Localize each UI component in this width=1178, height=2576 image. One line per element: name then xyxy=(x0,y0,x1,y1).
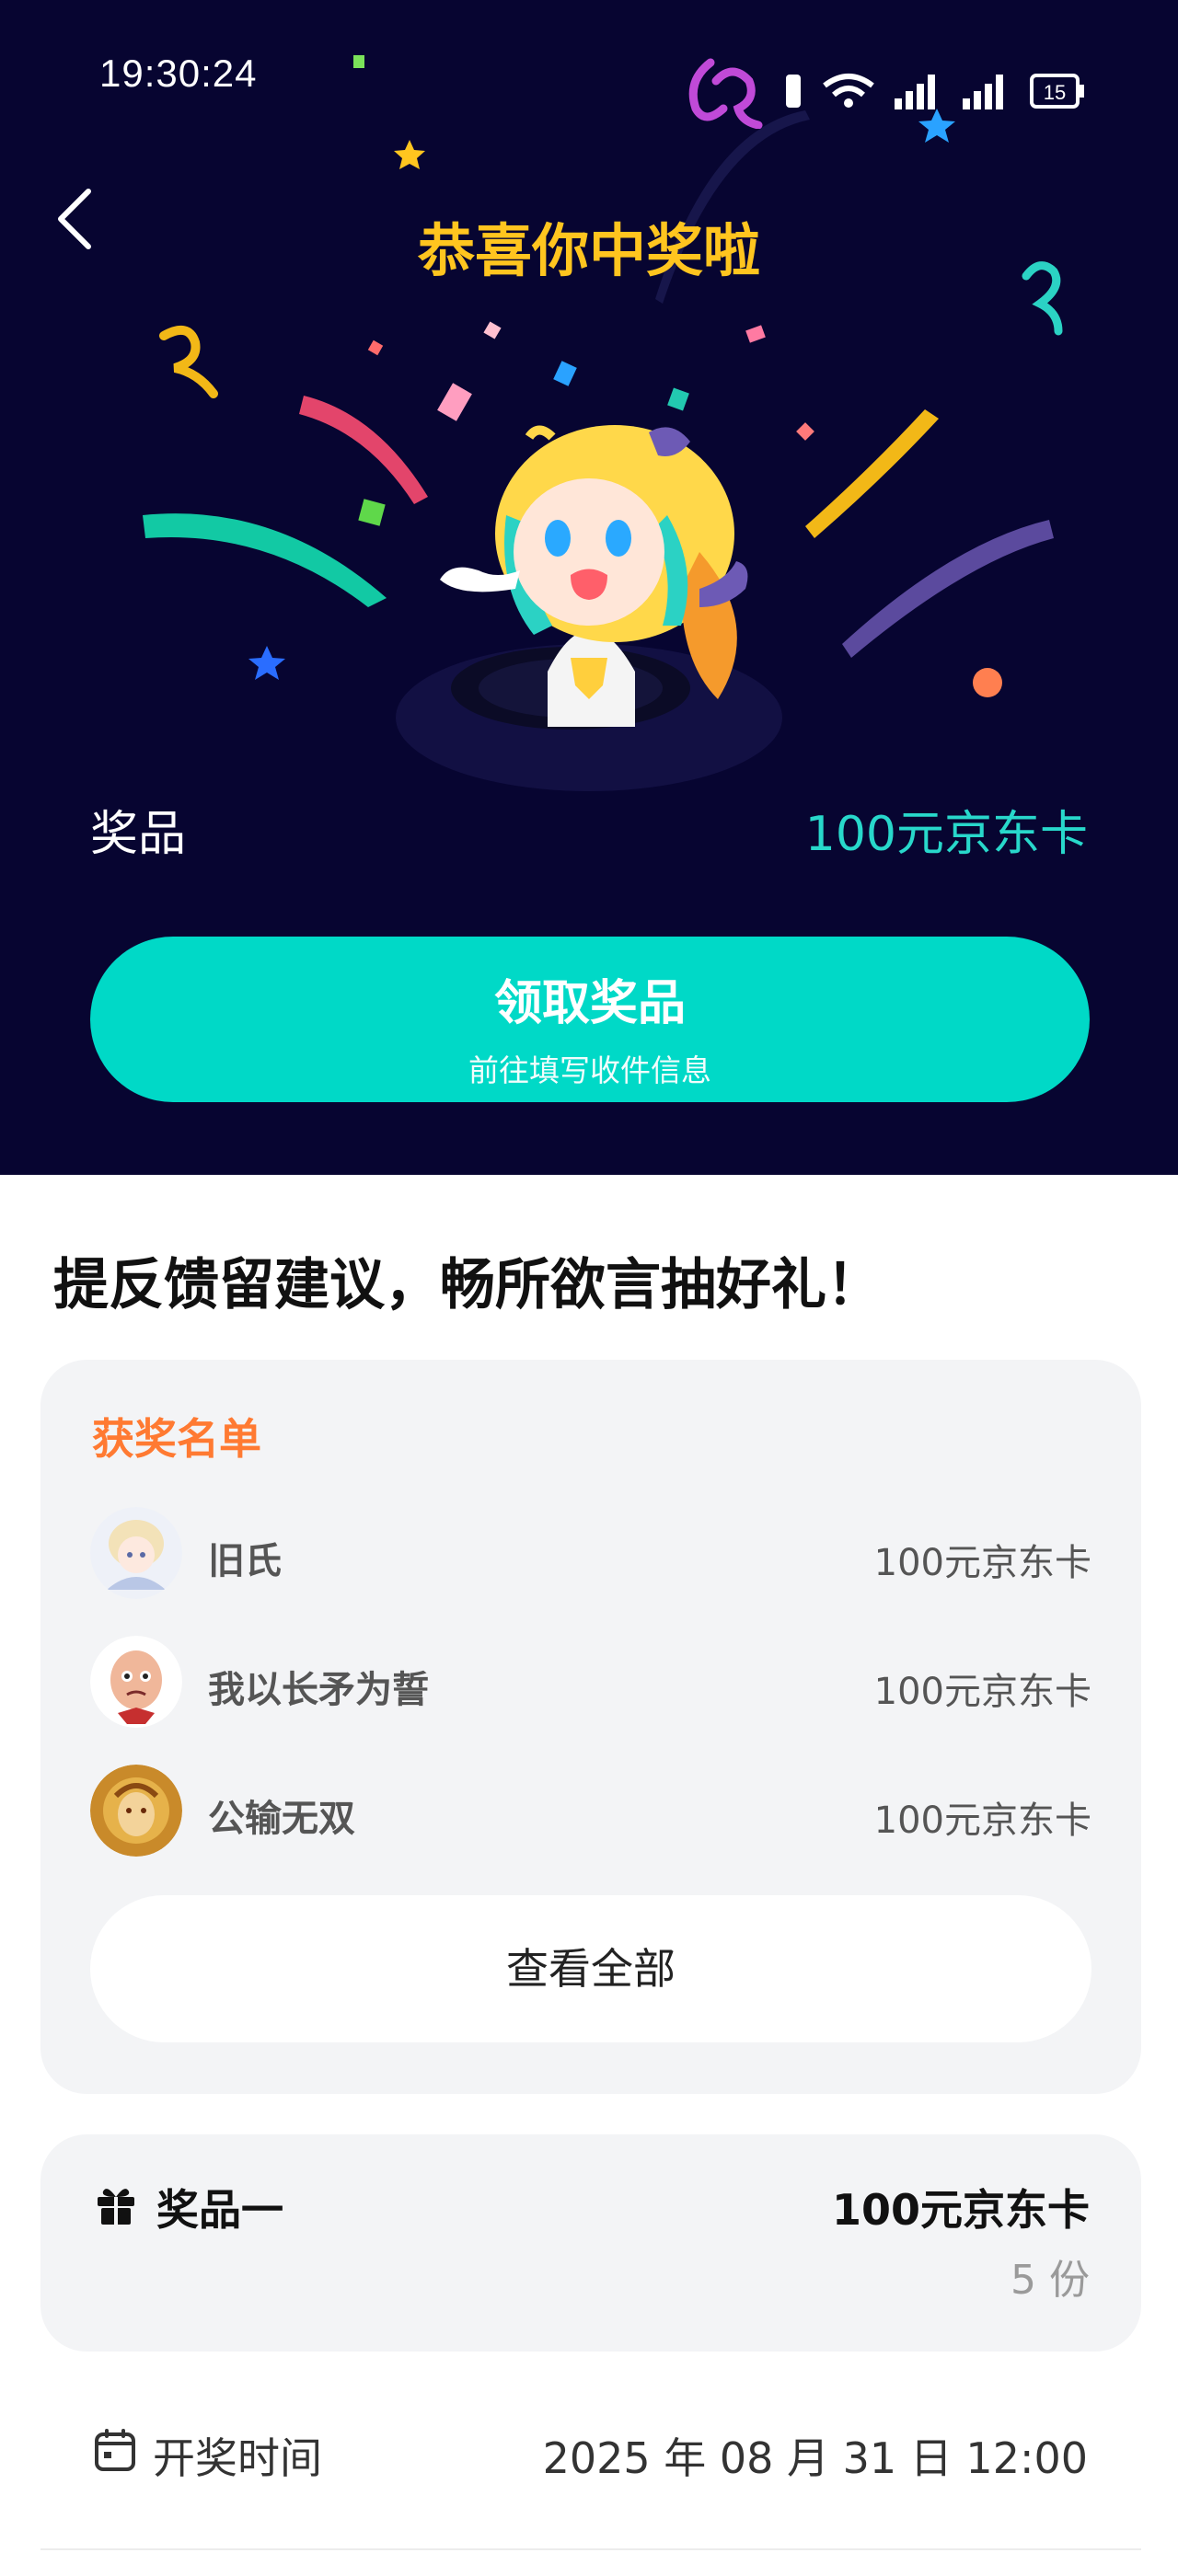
claim-prize-sublabel: 前往填写收件信息 xyxy=(468,1052,711,1088)
draw-time-value: 2025 年 08 月 31 日 12:00 xyxy=(542,2433,1088,2483)
claim-prize-label: 领取奖品 xyxy=(493,976,686,1031)
winner-prize: 100元京东卡 xyxy=(873,1542,1091,1584)
battery-icon: 15 xyxy=(1030,74,1084,109)
calendar-icon xyxy=(95,2429,135,2471)
prize-quantity: 5 份 xyxy=(1011,2257,1090,2304)
avatar xyxy=(90,1765,182,1857)
winner-name: 我以长矛为誓 xyxy=(208,1669,429,1711)
view-all-button[interactable]: 查看全部 xyxy=(90,1895,1091,2042)
status-icons: 15 xyxy=(677,53,1086,129)
list-item: 我以长矛为誓 100元京东卡 xyxy=(90,1636,1091,1728)
prize-card-value: 100元京东卡 xyxy=(831,2185,1090,2235)
draw-time-label: 开奖时间 xyxy=(153,2433,322,2483)
page-title: 恭喜你中奖啦 xyxy=(417,217,760,284)
prize-value: 100元京东卡 xyxy=(804,807,1088,862)
winner-prize: 100元京东卡 xyxy=(873,1800,1091,1842)
prize-name: 奖品一 xyxy=(156,2185,283,2235)
avatar xyxy=(90,1636,182,1728)
vibrate-icon xyxy=(786,75,801,108)
gift-icon xyxy=(98,2189,134,2225)
list-item: 公输无双 100元京东卡 xyxy=(90,1765,1091,1857)
status-time: 19:30:24 xyxy=(99,52,258,95)
section-title: 提反馈留建议，畅所欲言抽好礼！ xyxy=(53,1253,882,1317)
prize-card: 奖品一 100元京东卡 5 份 xyxy=(40,2134,1141,2352)
winner-name: 旧氏 xyxy=(208,1540,282,1582)
divider xyxy=(40,2548,1141,2550)
app-logo-icon xyxy=(688,58,763,129)
svg-text:15: 15 xyxy=(1044,81,1066,104)
winner-name: 公输无双 xyxy=(208,1798,355,1840)
prize-label: 奖品 xyxy=(90,807,187,862)
signal-icon xyxy=(963,75,1003,109)
winners-heading: 获奖名单 xyxy=(92,1414,261,1464)
list-item: 旧氏 100元京东卡 xyxy=(90,1507,1091,1599)
avatar xyxy=(90,1507,182,1599)
draw-time-row: 开奖时间 2025 年 08 月 31 日 12:00 xyxy=(0,2410,1178,2502)
wifi-icon xyxy=(823,74,874,108)
winners-card: 获奖名单 旧氏 100元京东卡 我以长矛为誓 100元京东卡 公输无双 100元… xyxy=(40,1360,1141,2094)
claim-prize-button[interactable]: 领取奖品 前往填写收件信息 xyxy=(90,937,1090,1102)
signal-icon xyxy=(895,75,935,109)
hero-banner: 19:30:24 15 恭喜你中奖啦 奖品 100元京东卡 领取奖品 前往填写收… xyxy=(0,0,1178,1175)
winner-prize: 100元京东卡 xyxy=(873,1671,1091,1713)
